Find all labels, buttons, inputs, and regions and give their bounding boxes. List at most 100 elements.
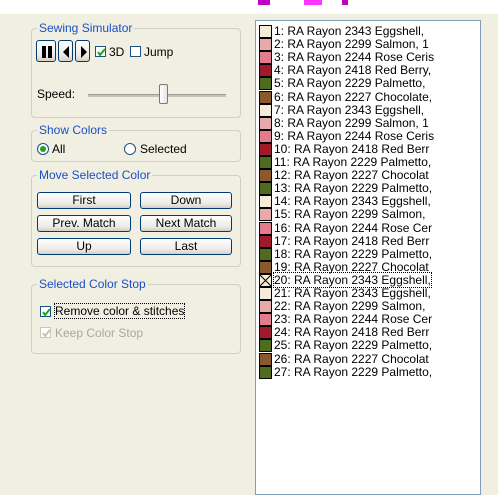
- move-selected-color-title: Move Selected Color: [37, 168, 153, 182]
- check-icon: [42, 308, 51, 317]
- prev-match-button[interactable]: Prev. Match: [37, 215, 131, 232]
- right-pane: [485, 14, 498, 495]
- keep-color-stop-checkbox: [40, 327, 51, 338]
- color-stop-label: 24: RA Rayon 2418 Red Berr: [274, 325, 430, 339]
- color-swatch: [259, 261, 272, 274]
- color-stop-label: 18: RA Rayon 2229 Palmetto,: [274, 247, 433, 261]
- next-match-button[interactable]: Next Match: [140, 215, 232, 232]
- first-button[interactable]: First: [37, 192, 131, 209]
- color-swatch: [259, 287, 272, 300]
- color-stop-label: 14: RA Rayon 2343 Eggshell,: [274, 194, 431, 208]
- color-swatch: [259, 130, 272, 143]
- show-all-label[interactable]: All: [52, 142, 65, 156]
- jump-checkbox[interactable]: [130, 46, 141, 57]
- color-stop-label: 17: RA Rayon 2418 Red Berr: [274, 234, 430, 248]
- color-swatch: [259, 143, 272, 156]
- color-stop-row[interactable]: 5: RA Rayon 2229 Palmetto,: [256, 76, 480, 90]
- color-swatch: [259, 64, 272, 77]
- top-strip: [0, 0, 498, 14]
- show-all-radio[interactable]: [37, 143, 49, 155]
- color-stop-row[interactable]: 27: RA Rayon 2229 Palmetto,: [256, 365, 480, 379]
- color-stop-label: 12: RA Rayon 2227 Chocolat: [274, 168, 429, 182]
- color-stop-label: 10: RA Rayon 2418 Red Berr: [274, 142, 430, 156]
- color-stop-label: 1: RA Rayon 2343 Eggshell,: [274, 24, 425, 38]
- top-strip-mark: [258, 0, 270, 5]
- check-icon: [42, 329, 51, 338]
- color-swatch: [259, 208, 272, 221]
- last-button[interactable]: Last: [140, 238, 232, 255]
- color-stop-label: 20: RA Rayon 2343 Eggshell,: [273, 272, 432, 288]
- color-swatch: [259, 235, 272, 248]
- pause-icon: [42, 46, 52, 58]
- radio-dot: [40, 146, 46, 152]
- color-stop-label: 22: RA Rayon 2299 Salmon,: [274, 299, 426, 313]
- color-swatch: [259, 366, 272, 379]
- color-stop-label: 26: RA Rayon 2227 Chocolat: [274, 352, 429, 366]
- up-button[interactable]: Up: [37, 238, 131, 255]
- color-stop-label: 9: RA Rayon 2244 Rose Ceris: [274, 129, 435, 143]
- color-swatch: [259, 25, 272, 38]
- color-stop-label: 19: RA Rayon 2227 Chocolat: [274, 260, 429, 274]
- remove-color-label[interactable]: Remove color & stitches: [53, 303, 186, 319]
- show-selected-label[interactable]: Selected: [140, 142, 187, 156]
- color-stop-label: 23: RA Rayon 2244 Rose Cer: [274, 312, 433, 326]
- step-forward-button[interactable]: [75, 40, 90, 62]
- color-stop-label: 6: RA Rayon 2227 Chocolate,: [274, 90, 433, 104]
- color-stop-label: 2: RA Rayon 2299 Salmon, 1: [274, 37, 429, 51]
- step-forward-icon: [81, 46, 87, 58]
- color-stop-label: 8: RA Rayon 2299 Salmon, 1: [274, 116, 429, 130]
- color-swatch: [259, 339, 272, 352]
- selected-color-stop-title: Selected Color Stop: [37, 277, 148, 291]
- color-swatch: [259, 182, 272, 195]
- pause-button[interactable]: [36, 40, 56, 62]
- selected-color-stop-group: Selected Color Stop: [31, 277, 241, 354]
- jump-label[interactable]: Jump: [144, 45, 173, 59]
- color-swatch: [259, 169, 272, 182]
- color-swatch: [259, 300, 272, 313]
- color-stop-label: 21: RA Rayon 2343 Eggshell,: [274, 286, 431, 300]
- color-stop-row[interactable]: 25: RA Rayon 2229 Palmetto,: [256, 338, 480, 352]
- color-stop-label: 7: RA Rayon 2343 Eggshell,: [274, 103, 425, 117]
- color-stop-label: 16: RA Rayon 2244 Rose Cer: [274, 221, 433, 235]
- color-stop-label: 11: RA Rayon 2229 Palmetto,: [274, 155, 432, 169]
- top-strip-mark: [304, 0, 322, 5]
- down-button[interactable]: Down: [140, 192, 232, 209]
- color-stop-list[interactable]: 1: RA Rayon 2343 Eggshell, 2: RA Rayon 22…: [255, 20, 481, 495]
- speed-slider-track[interactable]: [88, 94, 226, 97]
- speed-label: Speed:: [37, 87, 76, 101]
- color-stop-label: 25: RA Rayon 2229 Palmetto,: [274, 338, 433, 352]
- check-icon: [97, 48, 106, 57]
- color-swatch: [259, 38, 272, 51]
- keep-color-stop-label: Keep Color Stop: [55, 326, 144, 340]
- color-swatch: [259, 91, 272, 104]
- color-stop-label: 4: RA Rayon 2418 Red Berry,: [274, 63, 432, 77]
- color-swatch: [259, 326, 272, 339]
- color-stop-label: 27: RA Rayon 2229 Palmetto,: [274, 365, 433, 379]
- show-colors-title: Show Colors: [37, 123, 110, 137]
- color-swatch: [259, 353, 272, 366]
- step-back-icon: [63, 46, 69, 58]
- color-swatch: [259, 117, 272, 130]
- color-swatch: [259, 222, 272, 235]
- color-stop-label: 15: RA Rayon 2299 Salmon,: [274, 207, 426, 221]
- color-stop-label: 3: RA Rayon 2244 Rose Ceris: [274, 50, 435, 64]
- speed-slider-thumb[interactable]: [159, 84, 168, 104]
- color-swatch: [259, 195, 272, 208]
- sewing-simulator-title: Sewing Simulator: [37, 21, 135, 35]
- color-swatch: [259, 51, 272, 64]
- color-stop-label: 13: RA Rayon 2229 Palmetto,: [274, 181, 433, 195]
- color-stop-row[interactable]: 15: RA Rayon 2299 Salmon,: [256, 207, 480, 221]
- color-swatch: [259, 77, 272, 90]
- 3d-label[interactable]: 3D: [109, 45, 124, 59]
- color-swatch: [259, 248, 272, 261]
- color-swatch: [259, 313, 272, 326]
- step-back-button[interactable]: [58, 40, 73, 62]
- 3d-checkbox[interactable]: [95, 46, 106, 57]
- color-swatch: [259, 104, 272, 117]
- color-swatch: [259, 274, 272, 287]
- removed-x-icon: [259, 274, 272, 287]
- remove-color-checkbox[interactable]: [40, 306, 51, 317]
- show-selected-radio[interactable]: [124, 143, 136, 155]
- color-stop-label: 5: RA Rayon 2229 Palmetto,: [274, 76, 426, 90]
- top-strip-mark: [342, 0, 348, 5]
